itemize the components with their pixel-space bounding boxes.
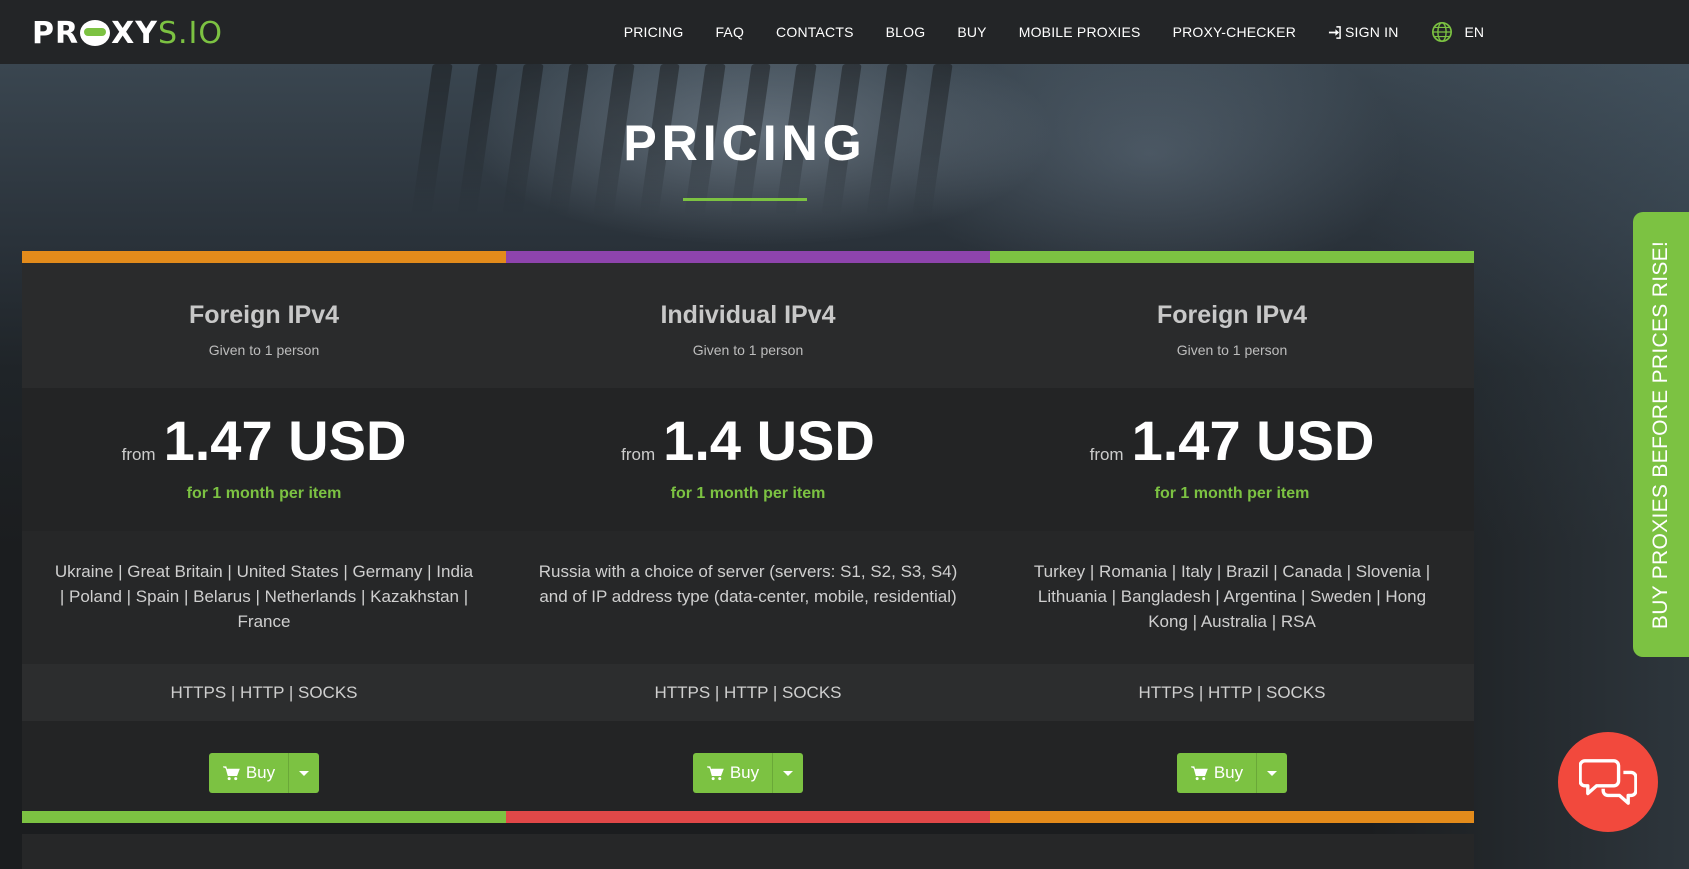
price-period: for 1 month per item <box>186 485 342 502</box>
card-top-stripe <box>990 251 1474 263</box>
card-bottom-stripe <box>990 811 1474 823</box>
language-label: EN <box>1464 24 1484 40</box>
buy-label: Buy <box>245 763 276 782</box>
hero-background: PRICING Foreign IPv4 Given to 1 person f… <box>0 64 1689 869</box>
logo-text-mid: XY <box>111 15 158 51</box>
buy-options-dropdown[interactable] <box>288 753 320 793</box>
plan-name: Individual IPv4 <box>660 301 836 329</box>
cart-icon <box>706 765 724 780</box>
nav-buy[interactable]: BUY <box>957 24 986 40</box>
card-top-stripe <box>22 251 506 263</box>
price-prefix: from <box>121 445 156 464</box>
buy-button[interactable]: Buy <box>692 753 773 793</box>
plan-subtitle: Given to 1 person <box>1176 342 1288 358</box>
nav-blog[interactable]: BLOG <box>886 24 926 40</box>
cart-icon <box>1190 765 1208 780</box>
plan-countries: Russia with a choice of server (servers:… <box>506 531 990 664</box>
next-pricing-row <box>22 834 1474 869</box>
card-bottom-stripe <box>22 811 506 823</box>
nav-faq[interactable]: FAQ <box>715 24 744 40</box>
buy-label: Buy <box>729 763 760 782</box>
buy-options-dropdown[interactable] <box>1256 753 1288 793</box>
card-top-stripe <box>506 251 990 263</box>
plan-protocols: HTTPS | HTTP | SOCKS <box>506 664 990 721</box>
site-logo[interactable]: PR XY S.IO <box>32 15 223 51</box>
buy-button-group: Buy <box>1176 753 1288 793</box>
plan-countries: Turkey | Romania | Italy | Brazil | Cana… <box>990 531 1474 664</box>
price-period: for 1 month per item <box>1154 485 1310 502</box>
plan-protocols: HTTPS | HTTP | SOCKS <box>990 664 1474 721</box>
plan-subtitle: Given to 1 person <box>692 342 804 358</box>
pricing-card: Foreign IPv4 Given to 1 person from 1.47… <box>990 251 1474 823</box>
sign-in-label: SIGN IN <box>1345 24 1399 40</box>
logo-text-right: S.IO <box>157 15 223 51</box>
plan-subtitle: Given to 1 person <box>208 342 320 358</box>
title-underline <box>683 198 807 201</box>
plan-name: Foreign IPv4 <box>1156 301 1308 329</box>
chat-bubbles-icon <box>1579 759 1637 805</box>
plan-countries: Ukraine | Great Britain | United States … <box>22 531 506 664</box>
globe-icon <box>1431 22 1452 42</box>
buy-button[interactable]: Buy <box>208 753 289 793</box>
nav-mobile-proxies[interactable]: MOBILE PROXIES <box>1019 24 1141 40</box>
logo-text-left: PR <box>32 15 80 51</box>
nav-contacts[interactable]: CONTACTS <box>776 24 854 40</box>
price-prefix: from <box>1089 445 1124 464</box>
cart-icon <box>222 765 240 780</box>
pricing-cards: Foreign IPv4 Given to 1 person from 1.47… <box>22 251 1474 823</box>
card-bottom-stripe <box>506 811 990 823</box>
buy-button-group: Buy <box>208 753 320 793</box>
pricing-card: Foreign IPv4 Given to 1 person from 1.47… <box>22 251 506 823</box>
nav-proxy-checker[interactable]: PROXY-CHECKER <box>1173 24 1296 40</box>
plan-name: Foreign IPv4 <box>188 301 340 329</box>
logo-mask-icon <box>80 20 111 46</box>
nav-pricing[interactable]: PRICING <box>624 24 684 40</box>
plan-price: 1.47 USD <box>1131 409 1375 472</box>
main-menu: PRICING FAQ CONTACTS BLOG BUY MOBILE PRO… <box>592 0 1484 64</box>
price-prefix: from <box>621 445 656 464</box>
nav-sign-in[interactable]: SIGN IN <box>1328 24 1399 40</box>
buy-options-dropdown[interactable] <box>772 753 804 793</box>
promo-text: BUY PROXIES BEFORE PRICES RISE! <box>1649 240 1672 629</box>
buy-button-group: Buy <box>692 753 804 793</box>
promo-side-tab[interactable]: BUY PROXIES BEFORE PRICES RISE! <box>1633 212 1689 657</box>
plan-price: 1.47 USD <box>163 409 407 472</box>
chat-button[interactable] <box>1558 732 1658 832</box>
buy-button[interactable]: Buy <box>1176 753 1257 793</box>
plan-protocols: HTTPS | HTTP | SOCKS <box>22 664 506 721</box>
sign-in-icon <box>1328 25 1341 39</box>
language-selector[interactable]: EN <box>1431 21 1484 43</box>
buy-label: Buy <box>1213 763 1244 782</box>
price-period: for 1 month per item <box>670 485 826 502</box>
plan-price: 1.4 USD <box>663 409 875 472</box>
pricing-card: Individual IPv4 Given to 1 person from 1… <box>506 251 990 823</box>
page-title: PRICING <box>623 115 867 171</box>
top-navbar: PR XY S.IO PRICING FAQ CONTACTS BLOG BUY… <box>0 0 1689 64</box>
